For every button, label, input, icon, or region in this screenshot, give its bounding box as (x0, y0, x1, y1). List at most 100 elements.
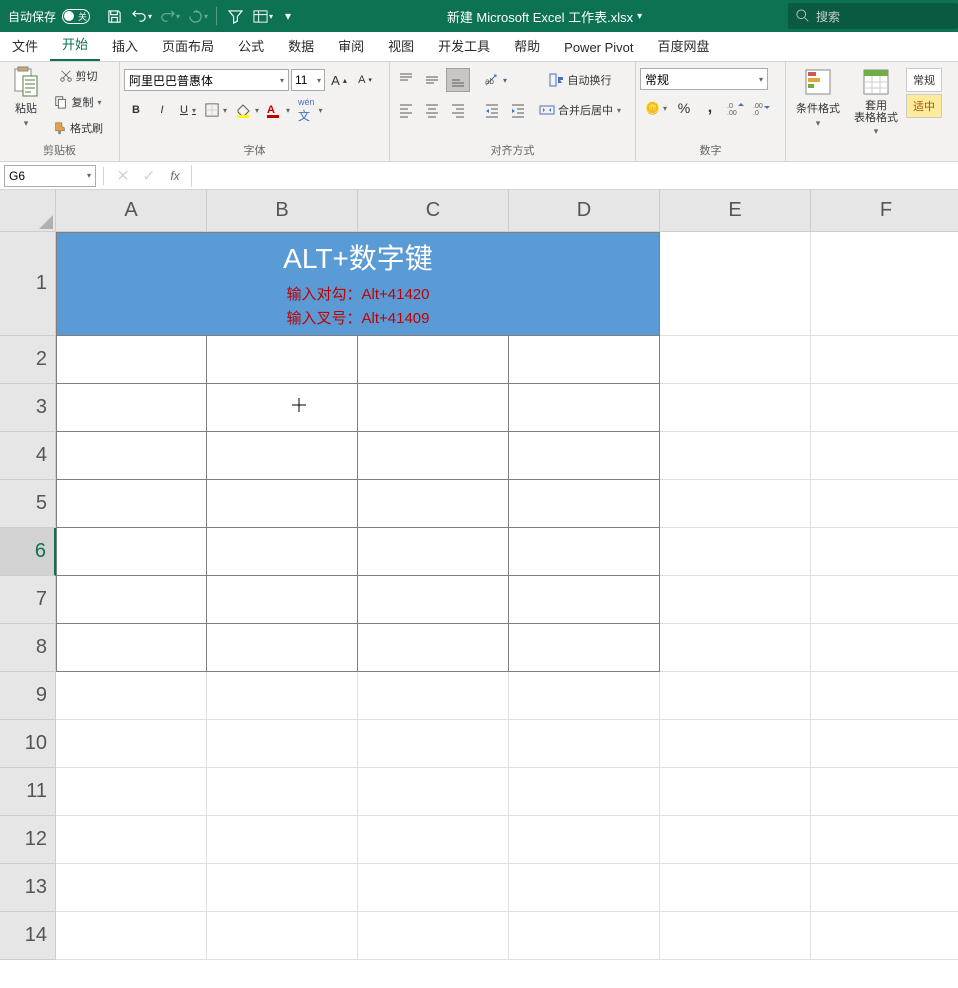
table-format-button[interactable]: 套用 表格格式▾ (848, 64, 904, 139)
decrease-decimal-button[interactable]: .00.0 (750, 96, 774, 120)
cell[interactable] (56, 528, 207, 576)
undo-button[interactable]: ▾ (130, 4, 154, 28)
cell[interactable] (56, 432, 207, 480)
tab-powerpivot[interactable]: Power Pivot (552, 34, 645, 61)
select-all-corner[interactable] (0, 190, 56, 232)
style-normal[interactable]: 常规 (906, 68, 942, 92)
cell[interactable] (358, 720, 509, 768)
cell[interactable] (660, 336, 811, 384)
cut-button[interactable]: 剪切 (50, 64, 106, 88)
cell[interactable] (358, 816, 509, 864)
cell[interactable] (358, 576, 509, 624)
row-header[interactable]: 11 (0, 768, 56, 816)
row-header[interactable]: 6 (0, 528, 56, 576)
cell[interactable] (56, 336, 207, 384)
cell[interactable] (509, 576, 660, 624)
cell[interactable] (358, 432, 509, 480)
cell[interactable] (207, 576, 358, 624)
cell[interactable] (509, 864, 660, 912)
cell[interactable] (207, 528, 358, 576)
cell[interactable] (56, 672, 207, 720)
merged-header-cell[interactable]: ALT+数字键 输入对勾：Alt+41420 输入叉号：Alt+41409 (56, 232, 660, 336)
cell[interactable] (509, 912, 660, 960)
align-top-button[interactable] (394, 68, 418, 92)
decrease-indent-button[interactable] (480, 98, 504, 122)
cell[interactable] (509, 768, 660, 816)
cell[interactable] (660, 720, 811, 768)
col-header[interactable]: A (56, 190, 207, 232)
cell[interactable] (358, 864, 509, 912)
style-neutral[interactable]: 适中 (906, 94, 942, 118)
cell[interactable] (358, 528, 509, 576)
cell[interactable] (811, 336, 958, 384)
cell[interactable] (811, 816, 958, 864)
name-box[interactable]: G6▾ (4, 165, 96, 187)
cancel-formula-icon[interactable]: ✕ (111, 165, 135, 187)
cell[interactable] (811, 232, 958, 336)
align-right-button[interactable] (446, 98, 470, 122)
percent-button[interactable]: % (672, 96, 696, 120)
cell[interactable] (811, 480, 958, 528)
border-button[interactable]: ▾ (202, 98, 230, 122)
enter-formula-icon[interactable]: ✓ (137, 165, 161, 187)
row-header[interactable]: 8 (0, 624, 56, 672)
increase-indent-button[interactable] (506, 98, 530, 122)
cell[interactable] (56, 384, 207, 432)
row-header[interactable]: 2 (0, 336, 56, 384)
redo-button[interactable]: ▾ (158, 4, 182, 28)
autosave-toggle[interactable]: 自动保存 关 (0, 8, 98, 25)
cells-container[interactable]: ALT+数字键 输入对勾：Alt+41420 输入叉号：Alt+41409 (56, 232, 958, 988)
cell[interactable] (56, 864, 207, 912)
orientation-button[interactable]: ab▾ (480, 68, 510, 92)
increase-font-button[interactable]: A▴ (327, 68, 351, 92)
tab-formula[interactable]: 公式 (226, 30, 276, 61)
cell[interactable] (56, 624, 207, 672)
cell[interactable] (56, 912, 207, 960)
row-header[interactable]: 5 (0, 480, 56, 528)
cell[interactable] (811, 384, 958, 432)
row-header[interactable]: 10 (0, 720, 56, 768)
insert-function-button[interactable]: fx (163, 165, 187, 187)
repeat-button[interactable]: ▾ (186, 4, 210, 28)
cell[interactable] (660, 528, 811, 576)
cell[interactable] (811, 912, 958, 960)
tab-view[interactable]: 视图 (376, 30, 426, 61)
row-header[interactable]: 1 (0, 232, 56, 336)
cell[interactable] (660, 864, 811, 912)
tab-data[interactable]: 数据 (276, 30, 326, 61)
cell[interactable] (660, 816, 811, 864)
cell[interactable] (811, 576, 958, 624)
cell[interactable] (207, 384, 358, 432)
align-middle-button[interactable] (420, 68, 444, 92)
conditional-format-button[interactable]: 条件格式▾ (790, 64, 846, 131)
underline-button[interactable]: U▾ (176, 98, 200, 122)
format-painter-button[interactable]: 格式刷 (50, 116, 106, 140)
row-header[interactable]: 7 (0, 576, 56, 624)
cell[interactable] (509, 672, 660, 720)
cell[interactable] (207, 816, 358, 864)
cell[interactable] (660, 384, 811, 432)
title-dropdown-icon[interactable]: ▾ (637, 11, 642, 22)
cell[interactable] (660, 624, 811, 672)
cell[interactable] (207, 720, 358, 768)
cell[interactable] (811, 528, 958, 576)
cell[interactable] (207, 768, 358, 816)
save-icon[interactable] (102, 4, 126, 28)
cell[interactable] (811, 768, 958, 816)
comma-button[interactable]: , (698, 96, 722, 120)
increase-decimal-button[interactable]: .0.00 (724, 96, 748, 120)
cell[interactable] (207, 912, 358, 960)
decrease-font-button[interactable]: A▾ (353, 68, 377, 92)
cell[interactable] (509, 528, 660, 576)
phonetic-button[interactable]: wén文▾ (295, 98, 326, 122)
align-bottom-button[interactable] (446, 68, 470, 92)
cell[interactable] (811, 624, 958, 672)
row-header[interactable]: 12 (0, 816, 56, 864)
cell[interactable] (811, 864, 958, 912)
cell[interactable] (660, 912, 811, 960)
cell[interactable] (56, 720, 207, 768)
cell[interactable] (811, 432, 958, 480)
row-header[interactable]: 14 (0, 912, 56, 960)
tab-baidu[interactable]: 百度网盘 (646, 30, 722, 61)
col-header[interactable]: D (509, 190, 660, 232)
